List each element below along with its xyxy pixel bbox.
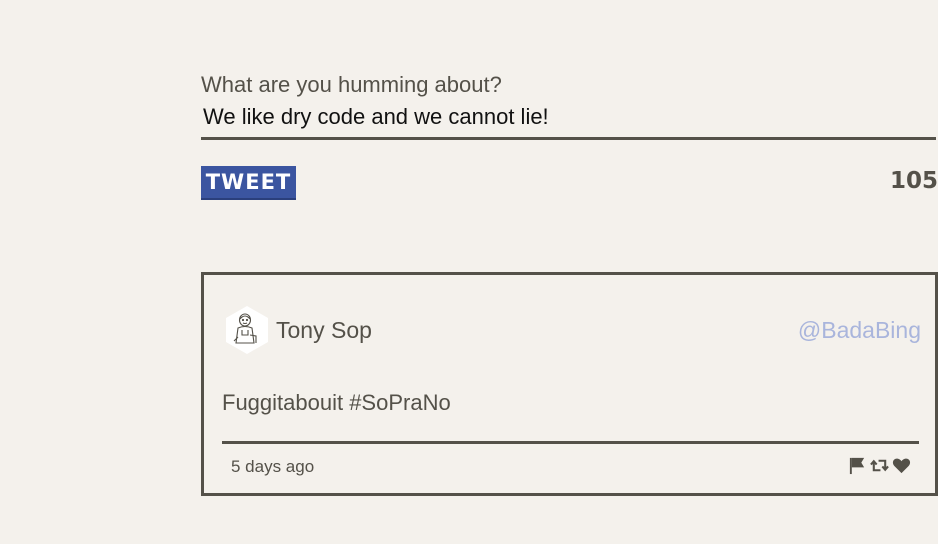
- compose-actions: TWEET 105: [201, 166, 938, 202]
- tweet-input[interactable]: [201, 100, 936, 140]
- author-handle: @BadaBing: [797, 317, 921, 343]
- tweet-text: Fuggitabouit #SoPraNo: [222, 390, 451, 415]
- tweet-header: Tony Sop @BadaBing: [224, 305, 921, 357]
- retweet-icon[interactable]: [870, 456, 889, 475]
- character-counter: 105: [889, 168, 938, 194]
- tweet-timestamp: 5 days ago: [231, 457, 315, 476]
- flag-icon[interactable]: [848, 456, 867, 475]
- compose-label: What are you humming about?: [201, 72, 502, 97]
- tweet-card: Tony Sop @BadaBing Fuggitabouit #SoPraNo…: [201, 272, 938, 496]
- tweet-actions: [848, 456, 911, 475]
- compose-area: What are you humming about?: [201, 70, 938, 140]
- tweet-button[interactable]: TWEET: [201, 166, 296, 200]
- author-name: Tony Sop: [276, 317, 372, 343]
- heart-icon[interactable]: [892, 456, 911, 475]
- avatar: [224, 305, 270, 355]
- tweet-footer: 5 days ago: [222, 441, 919, 484]
- page: What are you humming about? TWEET 105: [0, 0, 938, 544]
